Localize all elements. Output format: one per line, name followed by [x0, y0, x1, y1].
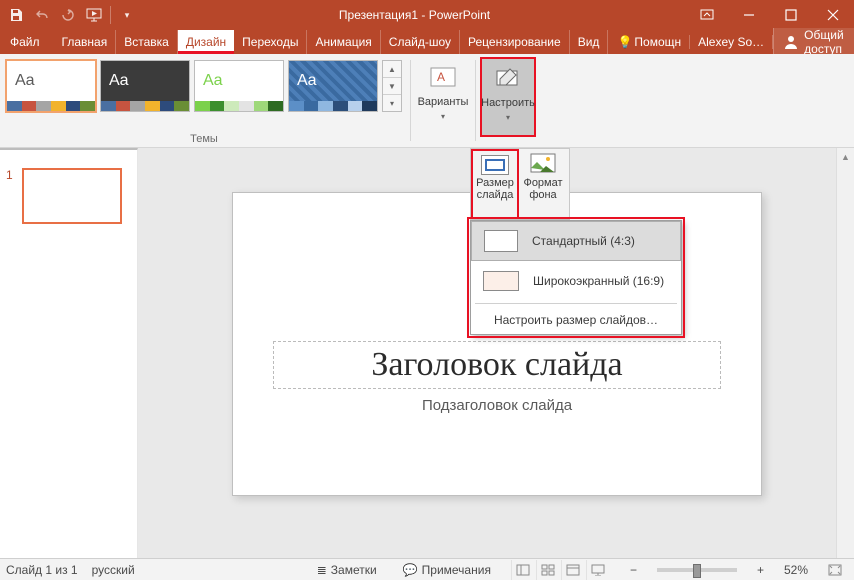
customize-label: Настроить	[481, 97, 535, 109]
comments-button[interactable]: 💬 Примечания	[397, 563, 497, 577]
ribbon: Aa Aa Aa Aa ▲ ▼ ▾ Темы	[0, 54, 854, 148]
variants-button[interactable]: A Варианты ▾	[415, 57, 471, 137]
thumbnail-row[interactable]: 1	[6, 168, 131, 224]
reading-view-icon[interactable]	[561, 560, 585, 580]
slide-size-label: Размер слайда	[473, 177, 517, 201]
minimize-icon[interactable]	[728, 0, 770, 30]
menu-item-widescreen[interactable]: Широкоэкранный (16:9)	[471, 261, 681, 301]
scroll-up-icon[interactable]: ▲	[383, 61, 401, 78]
fit-to-window-icon[interactable]	[822, 564, 848, 576]
tab-tell-me-label: Помощн	[634, 35, 681, 49]
tab-insert[interactable]: Вставка	[116, 30, 178, 54]
themes-scroll[interactable]: ▲ ▼ ▾	[382, 60, 402, 112]
title-placeholder[interactable]: Заголовок слайда	[273, 341, 721, 389]
variants-label: Варианты	[418, 96, 469, 108]
share-label: Общий доступ	[804, 28, 844, 56]
tab-account[interactable]: Alexey So…	[690, 35, 773, 49]
theme-dark[interactable]: Aa	[100, 60, 190, 112]
close-icon[interactable]	[812, 0, 854, 30]
variants-icon: A	[427, 64, 459, 92]
tab-slideshow[interactable]: Слайд-шоу	[381, 30, 460, 54]
format-background-label: Формат фона	[519, 177, 567, 201]
title-bar: ▾ Презентация1 - PowerPoint	[0, 0, 854, 30]
notes-button[interactable]: ≣ Заметки	[311, 563, 383, 577]
redo-icon[interactable]	[56, 3, 80, 27]
vertical-scrollbar[interactable]: ▲	[836, 148, 854, 558]
menu-item-standard-label: Стандартный (4:3)	[532, 234, 635, 248]
tab-review[interactable]: Рецензирование	[460, 30, 570, 54]
notes-icon: ≣	[317, 563, 327, 577]
normal-view-icon[interactable]	[511, 560, 535, 580]
theme-green[interactable]: Aa	[194, 60, 284, 112]
view-buttons	[511, 560, 610, 580]
tab-file[interactable]: Файл	[0, 30, 54, 54]
ribbon-tabs: Файл Главная Вставка Дизайн Переходы Ани…	[0, 30, 854, 54]
menu-separator	[475, 303, 677, 304]
themes-gallery[interactable]: Aa Aa Aa Aa ▲ ▼ ▾	[6, 60, 402, 112]
slide-thumbnail[interactable]	[22, 168, 122, 224]
thumbnail-pane: 1	[0, 148, 138, 558]
undo-icon[interactable]	[30, 3, 54, 27]
comments-icon: 💬	[403, 563, 418, 577]
status-bar: Слайд 1 из 1 русский ≣ Заметки 💬 Примеча…	[0, 558, 854, 580]
slide-size-menu: Стандартный (4:3) Широкоэкранный (16:9) …	[470, 220, 682, 335]
slide-size-icon	[481, 155, 509, 175]
menu-item-standard[interactable]: Стандартный (4:3)	[471, 221, 681, 261]
lightbulb-icon: 💡	[616, 35, 634, 49]
format-background-icon	[530, 153, 556, 175]
tab-design[interactable]: Дизайн	[178, 30, 234, 54]
maximize-icon[interactable]	[770, 0, 812, 30]
zoom-slider[interactable]	[657, 568, 737, 572]
format-background-button[interactable]: Формат фона	[519, 149, 567, 219]
share-button[interactable]: Общий доступ	[773, 28, 854, 56]
zoom-level[interactable]: 52%	[784, 563, 808, 577]
menu-item-custom-label: Настроить размер слайдов…	[494, 313, 658, 327]
slide-size-button[interactable]: Размер слайда	[471, 149, 519, 219]
person-icon	[784, 35, 798, 49]
window-controls	[686, 0, 854, 30]
menu-item-custom-size[interactable]: Настроить размер слайдов…	[471, 306, 681, 334]
tab-animation[interactable]: Анимация	[307, 30, 380, 54]
zoom-out-button[interactable]: −	[624, 563, 643, 577]
chevron-down-icon: ▾	[506, 113, 510, 122]
qat-customize-icon[interactable]: ▾	[115, 3, 139, 27]
start-slideshow-icon[interactable]	[82, 3, 106, 27]
save-icon[interactable]	[4, 3, 28, 27]
sorter-view-icon[interactable]	[536, 560, 560, 580]
chevron-down-icon: ▾	[441, 112, 445, 121]
quick-access-toolbar: ▾	[0, 3, 143, 27]
ratio-4-3-icon	[484, 230, 518, 252]
gallery-expand-icon[interactable]: ▾	[383, 95, 401, 111]
svg-text:A: A	[437, 70, 445, 84]
slide-number: 1	[6, 168, 16, 224]
ratio-16-9-icon	[483, 271, 519, 291]
customize-icon	[492, 65, 524, 93]
theme-office[interactable]: Aa	[6, 60, 96, 112]
subtitle-placeholder[interactable]: Подзаголовок слайда	[273, 397, 721, 414]
ribbon-separator	[410, 60, 411, 141]
ribbon-options-icon[interactable]	[686, 0, 728, 30]
notes-label: Заметки	[331, 563, 377, 577]
menu-item-widescreen-label: Широкоэкранный (16:9)	[533, 274, 664, 288]
tab-transitions[interactable]: Переходы	[234, 30, 307, 54]
customize-button[interactable]: Настроить ▾	[480, 57, 536, 137]
qat-separator	[110, 6, 111, 24]
themes-group-label: Темы	[6, 133, 402, 147]
comments-label: Примечания	[422, 563, 491, 577]
themes-group: Aa Aa Aa Aa ▲ ▼ ▾ Темы	[0, 54, 408, 147]
slide-count[interactable]: Слайд 1 из 1	[6, 563, 78, 577]
zoom-in-button[interactable]: +	[751, 563, 770, 577]
tab-home[interactable]: Главная	[54, 30, 117, 54]
slide-size-group: Размер слайда Формат фона	[470, 148, 570, 220]
scroll-down-icon[interactable]: ▼	[383, 78, 401, 95]
scroll-up-icon[interactable]: ▲	[837, 148, 854, 166]
theme-blue-pattern[interactable]: Aa	[288, 60, 378, 112]
tab-tell-me[interactable]: 💡Помощн	[608, 35, 690, 49]
window-title: Презентация1 - PowerPoint	[143, 8, 686, 22]
workspace: 1 Заголовок слайда Подзаголовок слайда ▲	[0, 148, 854, 558]
slideshow-view-icon[interactable]	[586, 560, 610, 580]
language-status[interactable]: русский	[92, 563, 135, 577]
tab-view[interactable]: Вид	[570, 30, 609, 54]
ribbon-separator-2	[475, 60, 476, 141]
